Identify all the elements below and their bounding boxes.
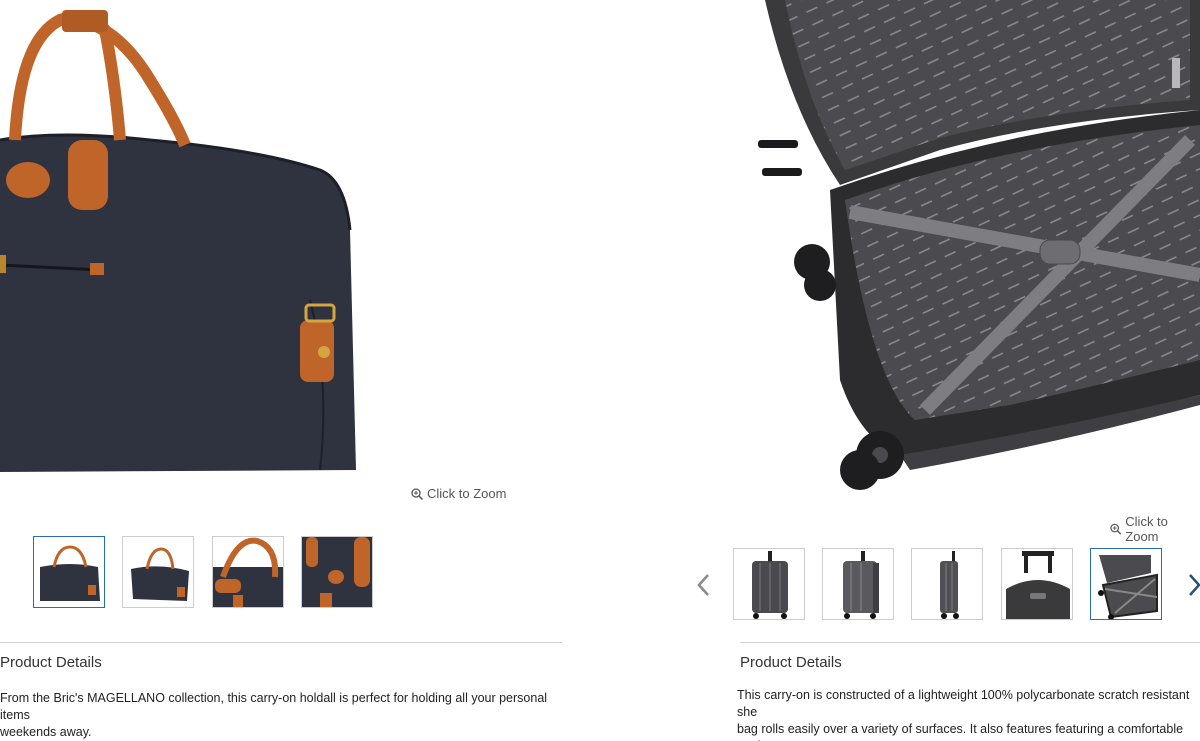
left-thumbnail-3[interactable]: [212, 536, 284, 608]
right-thumbnail-3[interactable]: [911, 548, 983, 620]
right-product-details-title: Product Details: [740, 654, 842, 671]
right-divider: [740, 642, 1200, 643]
duffel-angle-thumb: [131, 547, 189, 601]
chevron-left-icon[interactable]: [696, 573, 712, 597]
suitcase-interior-thumb: [1098, 555, 1158, 619]
duffel-bag-main-image[interactable]: [0, 0, 370, 475]
zoom-label: Click to Zoom: [1125, 514, 1168, 544]
left-thumbnail-4[interactable]: [301, 536, 373, 608]
right-thumbnail-2[interactable]: [822, 548, 894, 620]
left-thumbnail-1[interactable]: [33, 536, 105, 608]
left-product-panel: Click to Zoom Product Details From the B…: [0, 0, 600, 741]
right-product-details-text: This carry-on is constructed of a lightw…: [737, 688, 1190, 741]
right-click-to-zoom[interactable]: Click to Zoom: [1110, 514, 1200, 544]
duffel-front-thumb: [40, 545, 100, 601]
right-thumbnail-4[interactable]: [1001, 548, 1073, 620]
right-thumbnail-5[interactable]: [1090, 548, 1162, 620]
right-thumbnail-1[interactable]: [733, 548, 805, 620]
left-product-details-title: Product Details: [0, 654, 102, 671]
right-product-panel: Click to Zoom Product Details This carry…: [600, 0, 1200, 741]
left-product-details-text: From the Bric's MAGELLANO collection, th…: [0, 691, 548, 739]
left-thumbnail-2[interactable]: [122, 536, 194, 608]
suitcase-side-thumb: [940, 551, 959, 619]
zoom-icon: [1110, 523, 1122, 535]
suitcase-front-thumb: [752, 551, 788, 619]
left-click-to-zoom[interactable]: Click to Zoom: [411, 486, 506, 501]
left-divider: [0, 642, 562, 643]
duffel-handles-thumb: [213, 537, 283, 607]
chevron-right-icon[interactable]: [1186, 573, 1200, 597]
suitcase-main-image[interactable]: [750, 0, 1200, 495]
duffel-detail-thumb: [302, 537, 372, 607]
suitcase-angle-thumb: [843, 551, 879, 619]
zoom-label: Click to Zoom: [427, 486, 507, 501]
suitcase-top-thumb: [1006, 551, 1070, 619]
zoom-icon: [411, 487, 423, 500]
